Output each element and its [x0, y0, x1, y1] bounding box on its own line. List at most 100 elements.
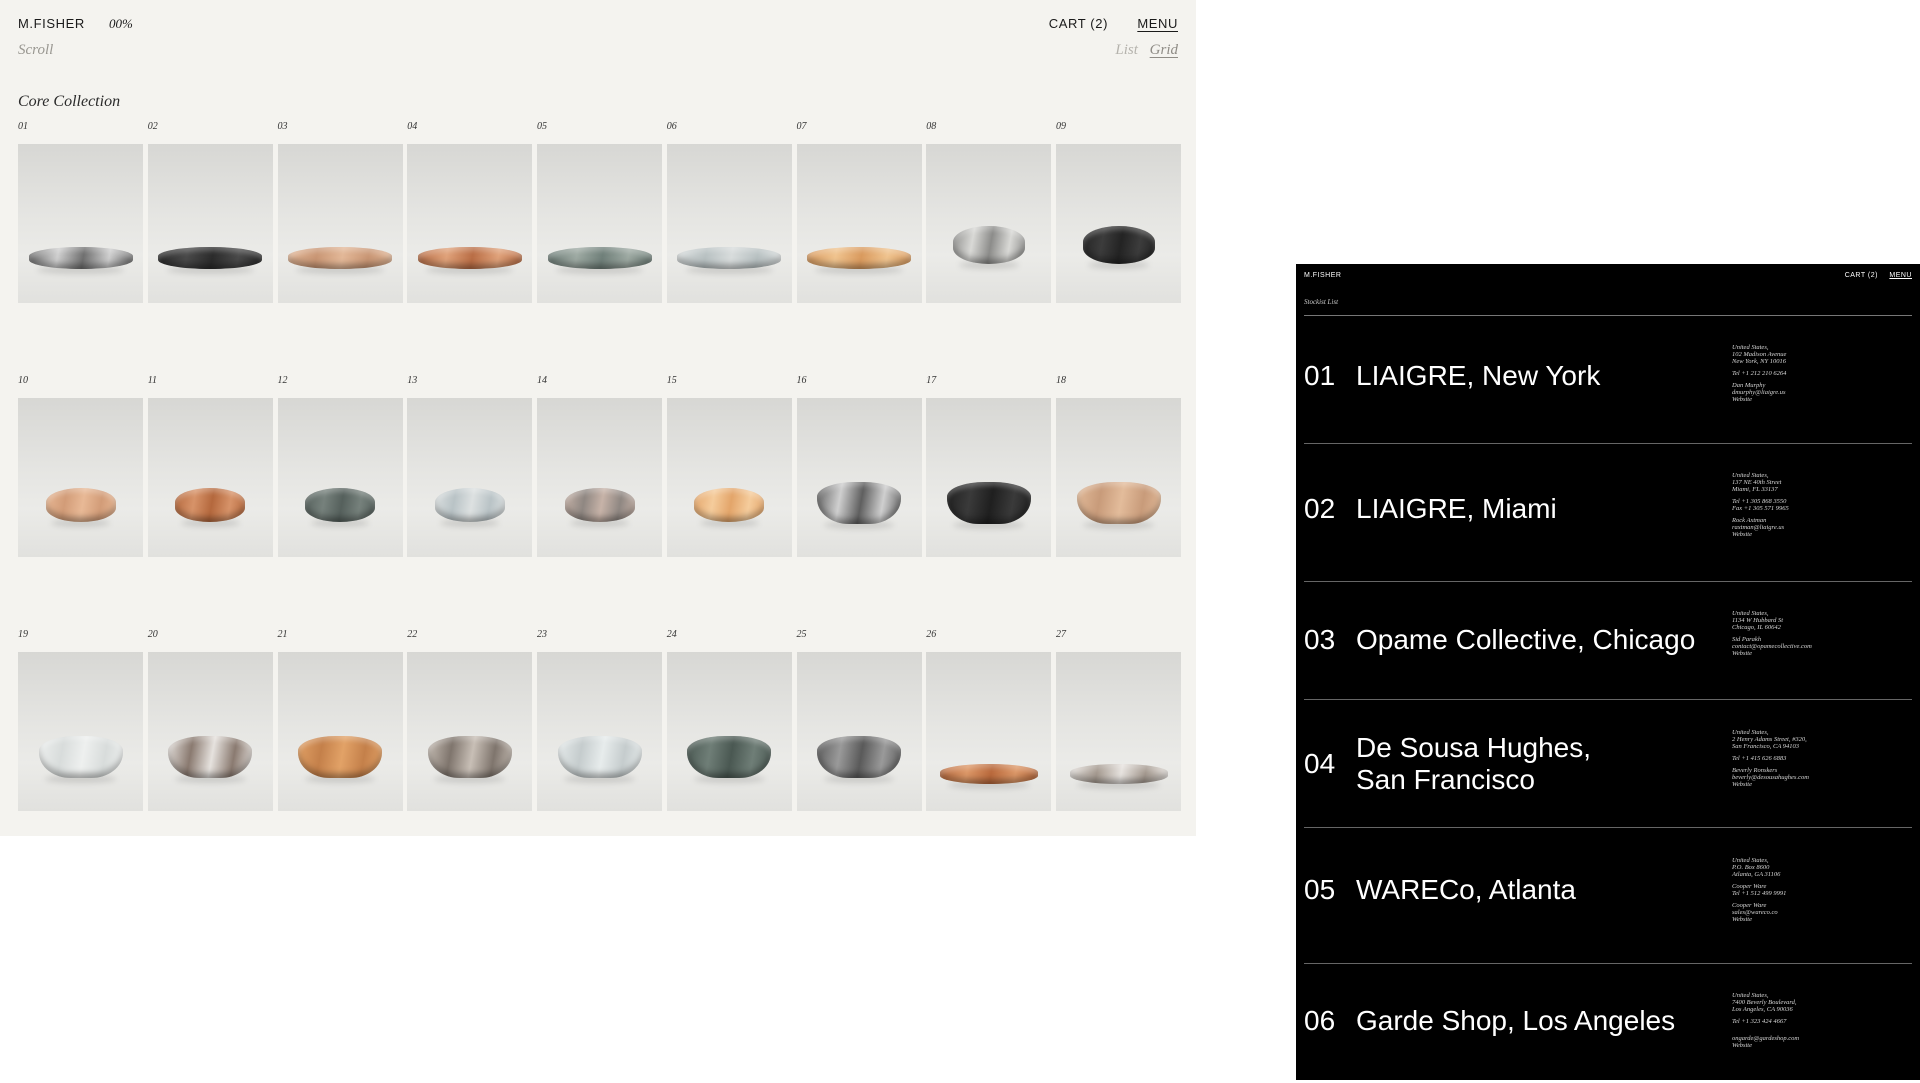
- email-link[interactable]: beverly@desousahughes.com: [1732, 774, 1912, 781]
- product-number: 23: [537, 629, 547, 640]
- stockist-row: 02 LIAIGRE, Miami United States, 137 NE 40t…: [1304, 443, 1912, 582]
- product-image[interactable]: [407, 398, 533, 557]
- bowl-illustration: [557, 736, 642, 778]
- product-card[interactable]: 20: [147, 629, 273, 883]
- bowl-illustration: [168, 736, 253, 778]
- product-image[interactable]: [147, 144, 273, 303]
- product-number: 15: [666, 375, 677, 386]
- product-image[interactable]: [666, 144, 792, 303]
- product-card[interactable]: 17: [926, 375, 1052, 629]
- website-link[interactable]: Website: [1732, 1042, 1912, 1049]
- product-card[interactable]: 01: [18, 121, 143, 375]
- product-card[interactable]: 05: [537, 121, 662, 375]
- email-link[interactable]: ongarde@gardeshop.com: [1732, 1035, 1912, 1042]
- product-card[interactable]: 22: [407, 629, 533, 883]
- product-card[interactable]: 09: [1056, 121, 1181, 375]
- product-image[interactable]: [147, 398, 273, 557]
- product-card[interactable]: 19: [18, 629, 143, 883]
- contact-line: Dan Murphy: [1732, 382, 1766, 389]
- brand-logo[interactable]: M.FISHER: [1304, 272, 1341, 279]
- website-link[interactable]: Website: [1732, 916, 1912, 923]
- stockist-number: 03: [1304, 624, 1336, 655]
- website-link[interactable]: Website: [1732, 396, 1912, 403]
- product-image[interactable]: [666, 652, 792, 811]
- product-card[interactable]: 18: [1056, 375, 1181, 629]
- product-image[interactable]: [147, 652, 273, 811]
- product-image[interactable]: [18, 652, 143, 811]
- product-number: 05: [537, 121, 547, 132]
- product-image[interactable]: [537, 398, 662, 557]
- menu-button[interactable]: MENU: [1889, 272, 1912, 279]
- contact-line: Atlanta, GA 31106: [1732, 871, 1781, 878]
- website-link[interactable]: Website: [1732, 781, 1912, 788]
- contact-line: 137 NE 40th Street: [1732, 479, 1782, 486]
- bowl-illustration: [939, 764, 1038, 784]
- email-link[interactable]: raxtman@liaigre.us: [1732, 524, 1912, 531]
- product-image[interactable]: [796, 398, 922, 557]
- product-card[interactable]: 23: [537, 629, 662, 883]
- product-image[interactable]: [796, 652, 922, 811]
- contact-line: Cooper Ware: [1732, 902, 1767, 909]
- stockist-contact: United States, 102 Madison Avenue New York…: [1732, 344, 1912, 403]
- menu-button[interactable]: MENU: [1137, 16, 1178, 31]
- stockist-contact: United States, 7400 Beverly Boulevard, Los…: [1732, 992, 1912, 1049]
- contact-line: United States,: [1732, 344, 1769, 351]
- product-image[interactable]: [407, 652, 533, 811]
- product-image[interactable]: [666, 398, 792, 557]
- product-image[interactable]: [926, 398, 1052, 557]
- product-image[interactable]: [277, 652, 403, 811]
- product-card[interactable]: 08: [926, 121, 1052, 375]
- product-card[interactable]: 25: [796, 629, 922, 883]
- product-image[interactable]: [537, 652, 662, 811]
- product-card[interactable]: 04: [407, 121, 533, 375]
- product-card[interactable]: 11: [147, 375, 273, 629]
- email-link[interactable]: dmurphy@liaigre.us: [1732, 389, 1912, 396]
- product-image[interactable]: [277, 398, 403, 557]
- list-view-button[interactable]: List: [1115, 42, 1138, 58]
- contact-line: Tel +1 212 210 6264: [1732, 370, 1787, 377]
- product-image[interactable]: [1056, 652, 1181, 811]
- product-number: 01: [18, 121, 28, 132]
- product-card[interactable]: 06: [666, 121, 792, 375]
- product-number: 02: [147, 121, 158, 132]
- contact-line: United States,: [1732, 857, 1769, 864]
- stockist-name-line: De Sousa Hughes,: [1356, 732, 1592, 763]
- stockist-contact: United States, 2 Henry Adams Street, #320…: [1732, 729, 1912, 788]
- product-image[interactable]: [1056, 398, 1181, 557]
- product-card[interactable]: 10: [18, 375, 143, 629]
- product-image[interactable]: [407, 144, 533, 303]
- product-image[interactable]: [18, 144, 143, 303]
- product-card[interactable]: 15: [666, 375, 792, 629]
- cart-link[interactable]: CART (2): [1049, 16, 1108, 31]
- product-image[interactable]: [18, 398, 143, 557]
- website-link[interactable]: Website: [1732, 650, 1912, 657]
- product-image[interactable]: [1056, 144, 1181, 303]
- product-image[interactable]: [277, 144, 403, 303]
- product-card[interactable]: 14: [537, 375, 662, 629]
- product-image[interactable]: [796, 144, 922, 303]
- product-card[interactable]: 12: [277, 375, 403, 629]
- product-card[interactable]: 26: [926, 629, 1052, 883]
- email-link[interactable]: contact@opamecollective.com: [1732, 643, 1912, 650]
- product-card[interactable]: 27: [1056, 629, 1181, 883]
- product-card[interactable]: 21: [277, 629, 403, 883]
- contact-line: 2 Henry Adams Street, #320,: [1732, 736, 1807, 743]
- cart-link[interactable]: CART (2): [1845, 272, 1878, 279]
- product-card[interactable]: 24: [666, 629, 792, 883]
- grid-view-button[interactable]: Grid: [1150, 42, 1178, 58]
- email-link[interactable]: sales@wareco.co: [1732, 909, 1912, 916]
- product-card[interactable]: 02: [147, 121, 273, 375]
- brand-logo[interactable]: M.FISHER: [18, 16, 85, 31]
- contact-line: Fax +1 305 571 9965: [1732, 505, 1789, 512]
- product-card[interactable]: 07: [796, 121, 922, 375]
- product-image[interactable]: [926, 144, 1052, 303]
- contact-line: Tel +1 512 499 9991: [1732, 890, 1787, 897]
- website-link[interactable]: Website: [1732, 531, 1912, 538]
- product-card[interactable]: 16: [796, 375, 922, 629]
- product-image[interactable]: [926, 652, 1052, 811]
- bowl-illustration: [38, 736, 123, 778]
- product-number: 04: [407, 121, 418, 132]
- product-card[interactable]: 13: [407, 375, 533, 629]
- product-image[interactable]: [537, 144, 662, 303]
- product-card[interactable]: 03: [277, 121, 403, 375]
